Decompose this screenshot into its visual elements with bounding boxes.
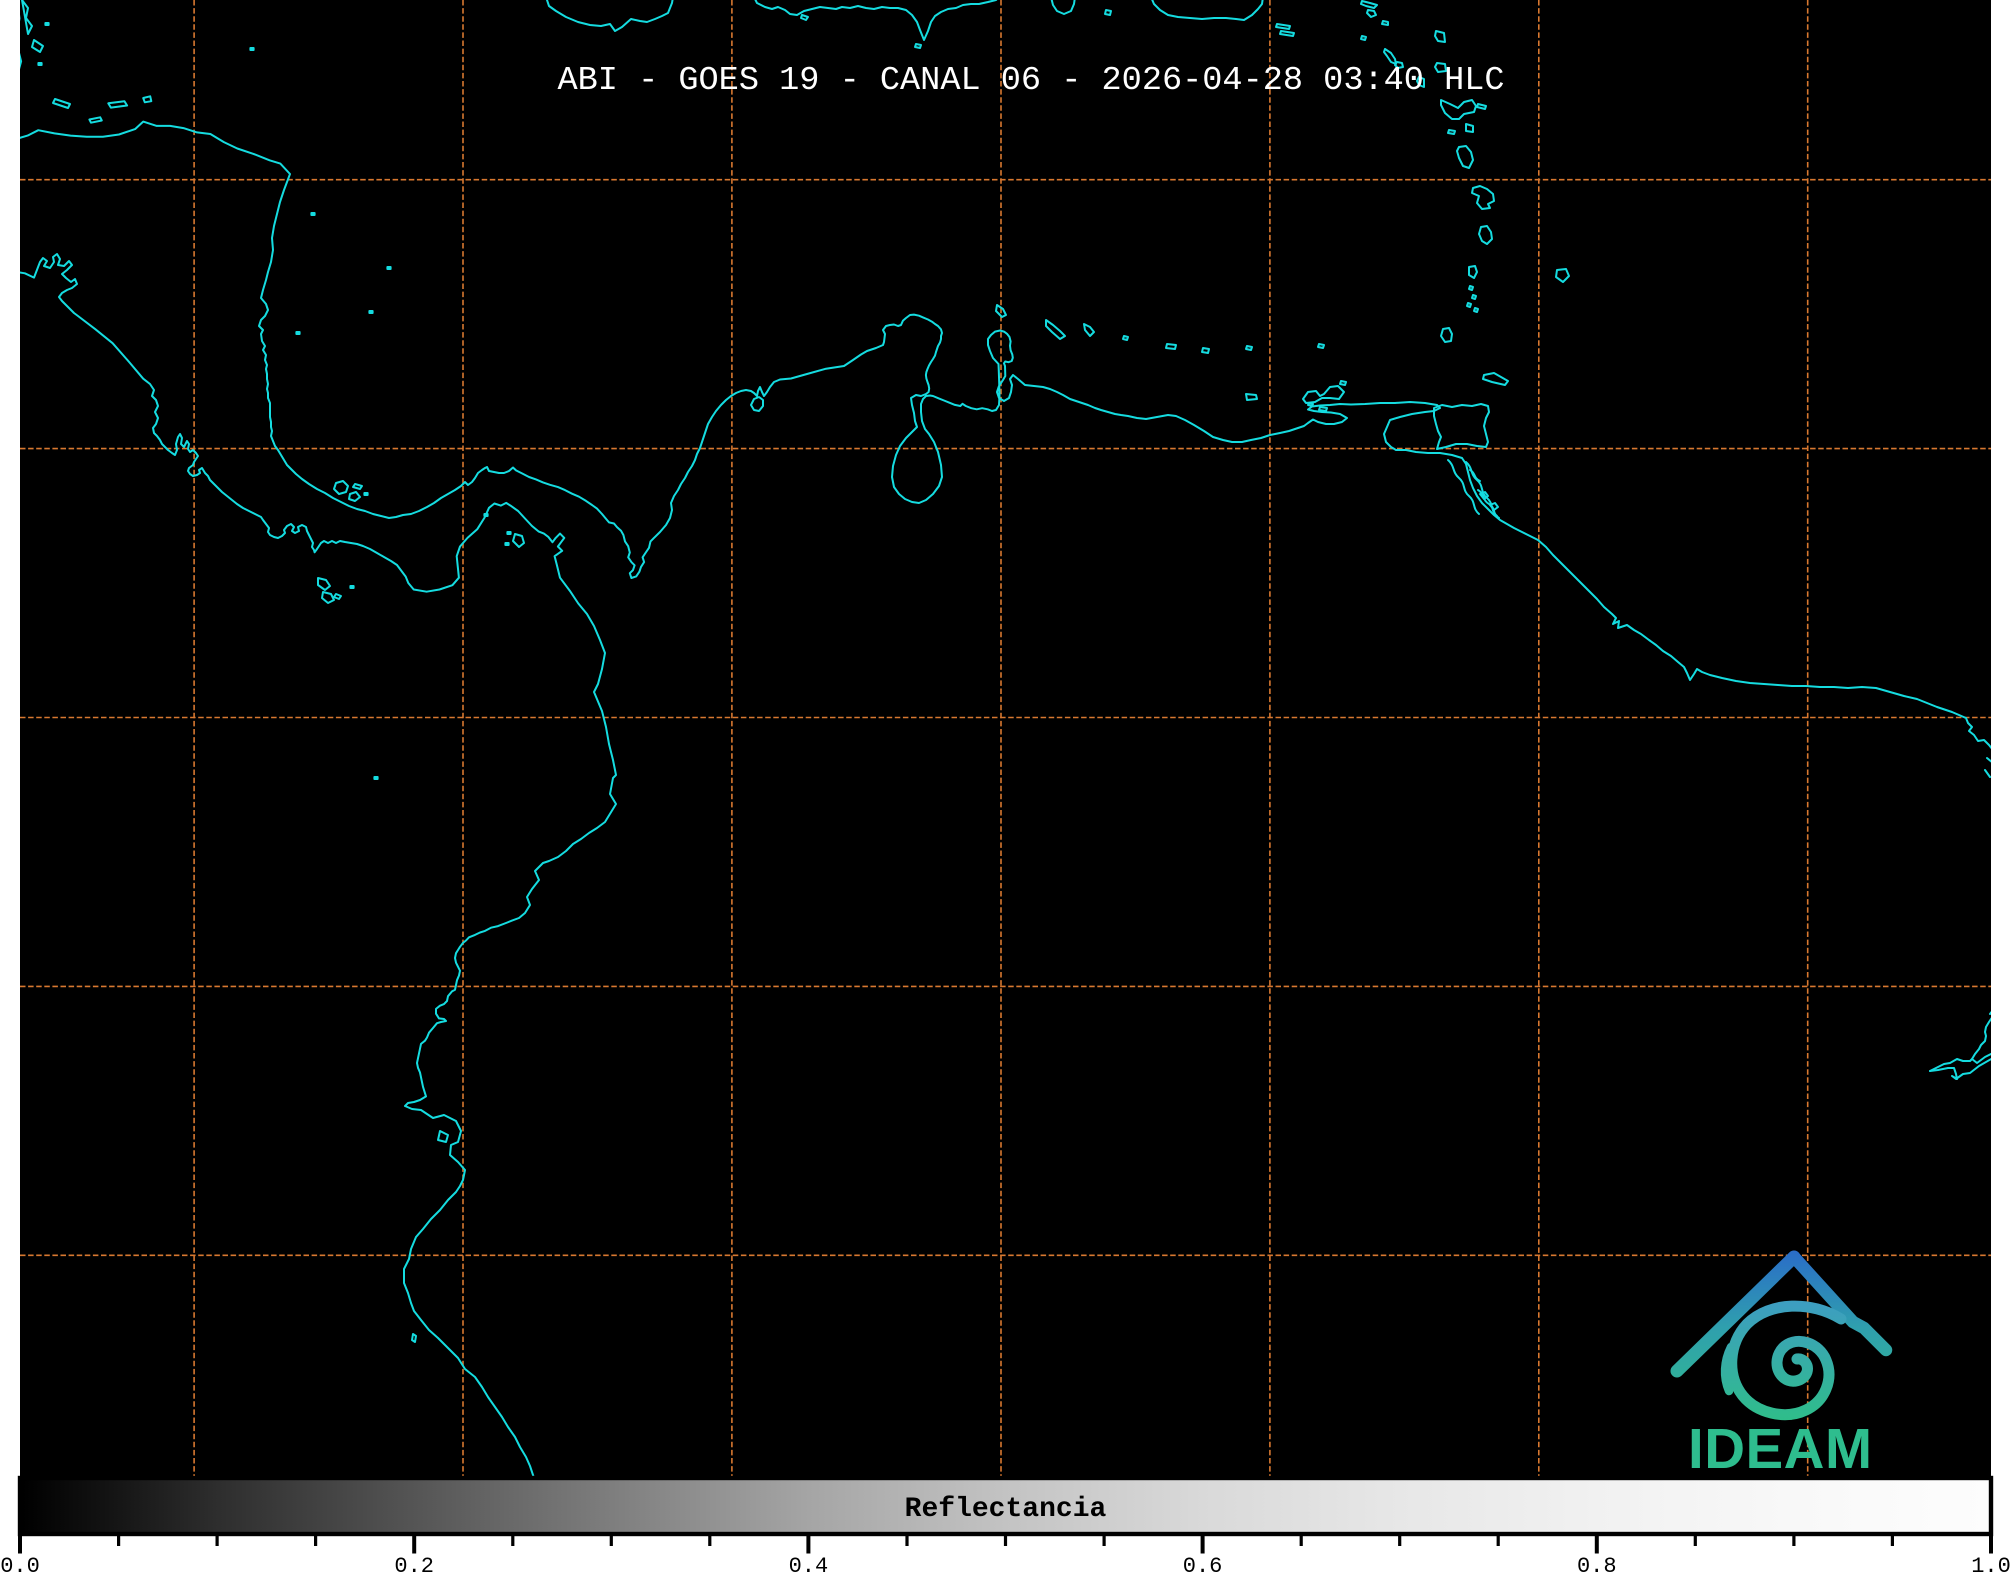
svg-text:0.0: 0.0: [0, 1554, 40, 1577]
svg-text:0.8: 0.8: [1577, 1554, 1617, 1577]
svg-text:IDEAM: IDEAM: [1688, 1417, 1873, 1480]
svg-text:1.0: 1.0: [1971, 1554, 2011, 1577]
svg-text:ABI - GOES 19 - CANAL 06 - 202: ABI - GOES 19 - CANAL 06 - 2026-04-28 03…: [557, 62, 1504, 100]
svg-text:0.2: 0.2: [394, 1554, 434, 1577]
svg-text:Reflectancia: Reflectancia: [905, 1494, 1107, 1525]
svg-text:0.4: 0.4: [789, 1554, 829, 1577]
svg-text:0.6: 0.6: [1183, 1554, 1223, 1577]
